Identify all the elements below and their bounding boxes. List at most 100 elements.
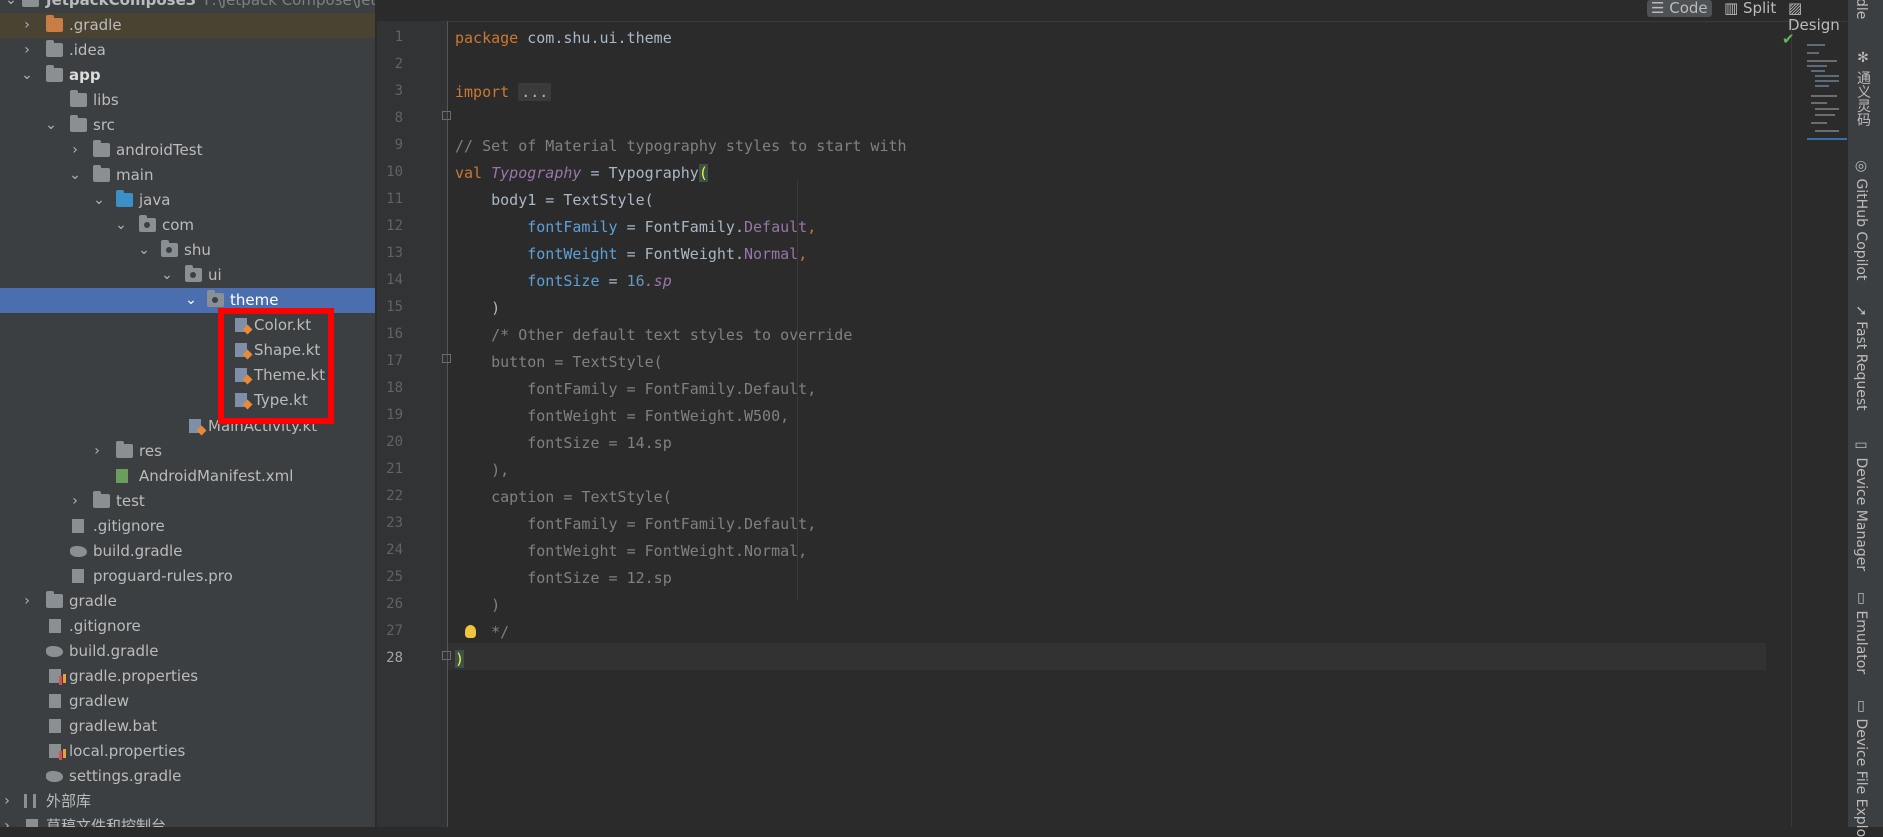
tree-item-test[interactable]: › test — [0, 489, 375, 514]
chevron-right-icon[interactable]: › — [68, 489, 82, 514]
code-line-19[interactable]: fontWeight = FontWeight.W500, — [455, 407, 789, 425]
code-line-10[interactable]: val Typography = Typography( — [455, 164, 708, 182]
chevron-down-icon[interactable]: ⌄ — [114, 213, 128, 238]
tree-item-main[interactable]: ⌄ main — [0, 163, 375, 188]
code-text: = Typography — [581, 164, 699, 182]
chevron-down-icon[interactable]: ⌄ — [68, 163, 82, 188]
code-line-22[interactable]: caption = TextStyle( — [455, 488, 672, 506]
chevron-down-icon[interactable]: ⌄ — [137, 238, 151, 263]
code-line-21[interactable]: ), — [455, 461, 509, 479]
fold-marker-icon[interactable] — [442, 651, 451, 660]
tree-root[interactable]: ⌄ JetpackCompose3 F:\Jetpack Compose\Jetp… — [0, 0, 375, 13]
line-number: 3 — [394, 83, 403, 99]
tree-item-external-libraries[interactable]: › 外部库 — [0, 789, 375, 814]
tree-item-label: .idea — [69, 41, 106, 59]
tree-item-idea[interactable]: › .idea — [0, 38, 375, 63]
line-number: 26 — [386, 596, 403, 612]
chevron-down-icon[interactable]: ⌄ — [4, 0, 18, 13]
code-editor[interactable]: ☰ Code ▥ Split ▨ Design 1 2 3 8 9 10 11 … — [377, 0, 1847, 827]
chevron-right-icon[interactable]: › — [90, 439, 104, 464]
tree-item-gradlew-bat[interactable]: gradlew.bat — [0, 714, 375, 739]
github-copilot-tab[interactable]: ◎ GitHub Copilot — [1853, 158, 1869, 280]
folded-imports[interactable]: ... — [518, 83, 552, 101]
tree-item-gitignore-root[interactable]: .gitignore — [0, 614, 375, 639]
chevron-right-icon[interactable]: › — [20, 13, 34, 38]
tree-item-gradle-dir[interactable]: › .gradle — [0, 13, 375, 38]
tree-item-build-gradle-root[interactable]: build.gradle — [0, 639, 375, 664]
code-line-28[interactable]: ) — [455, 650, 465, 668]
lightbulb-icon[interactable] — [465, 625, 476, 638]
code-line-11[interactable]: body1 = TextStyle( — [455, 191, 654, 209]
code-text: = FontWeight. — [617, 245, 744, 263]
code-line-26[interactable]: ) — [455, 596, 500, 614]
line-number: 16 — [386, 326, 403, 342]
fold-marker-icon[interactable] — [442, 111, 451, 120]
tree-item-ui[interactable]: ⌄ ui — [0, 263, 375, 288]
chevron-right-icon[interactable]: › — [68, 138, 82, 163]
chevron-right-icon[interactable]: › — [20, 589, 34, 614]
tree-item-libs[interactable]: libs — [0, 88, 375, 113]
device-file-explorer-tab[interactable]: ▯ Device File Explo — [1853, 698, 1869, 837]
tool-tab-label: dle — [1853, 0, 1869, 20]
design-mode-button[interactable]: ▨ Design — [1784, 0, 1847, 34]
tree-item-manifest[interactable]: AndroidManifest.xml — [0, 464, 375, 489]
tree-item-androidtest[interactable]: › androidTest — [0, 138, 375, 163]
chevron-down-icon[interactable]: ⌄ — [184, 288, 198, 313]
tree-item-gradle-properties[interactable]: gradle.properties — [0, 664, 375, 689]
code-line-23[interactable]: fontFamily = FontFamily.Default, — [455, 515, 816, 533]
fast-request-tab[interactable]: ➚ Fast Request — [1853, 305, 1869, 411]
tree-item-build-gradle-app[interactable]: build.gradle — [0, 539, 375, 564]
fold-marker-icon[interactable] — [442, 354, 451, 363]
chevron-right-icon[interactable]: › — [20, 38, 34, 63]
tree-item-src[interactable]: ⌄ src — [0, 113, 375, 138]
tree-item-gradlew[interactable]: gradlew — [0, 689, 375, 714]
code-line-12[interactable]: fontFamily = FontFamily.Default, — [455, 218, 816, 236]
tree-item-java[interactable]: ⌄ java — [0, 188, 375, 213]
chevron-down-icon[interactable]: ⌄ — [160, 263, 174, 288]
code-line-14[interactable]: fontSize = 16.sp — [455, 272, 672, 290]
shell-file-icon — [49, 694, 61, 708]
tree-item-res[interactable]: › res — [0, 439, 375, 464]
chevron-right-icon[interactable]: › — [0, 789, 14, 814]
tree-item-settings-gradle[interactable]: settings.gradle — [0, 764, 375, 789]
code-line-1[interactable]: package com.shu.ui.theme — [455, 29, 672, 47]
split-mode-button[interactable]: ▥ Split — [1720, 0, 1780, 17]
tree-item-label: .gradle — [69, 16, 122, 34]
tree-item-com[interactable]: ⌄ com — [0, 213, 375, 238]
tree-item-shu[interactable]: ⌄ shu — [0, 238, 375, 263]
code-line-18[interactable]: fontFamily = FontFamily.Default, — [455, 380, 816, 398]
code-line-17[interactable]: button = TextStyle( — [455, 353, 663, 371]
code-mode-button[interactable]: ☰ Code — [1647, 0, 1712, 17]
code-line-15[interactable]: ) — [455, 299, 500, 317]
no-problems-check-icon[interactable]: ✔ — [1782, 30, 1795, 48]
chevron-down-icon[interactable]: ⌄ — [92, 188, 106, 213]
chevron-right-icon[interactable]: › — [0, 814, 14, 827]
code-minimap[interactable] — [1807, 40, 1847, 150]
tree-item-app[interactable]: ⌄ app — [0, 63, 375, 88]
tree-item-gitignore-app[interactable]: .gitignore — [0, 514, 375, 539]
keyword: import — [455, 83, 510, 101]
tree-item-local-properties[interactable]: local.properties — [0, 739, 375, 764]
emulator-tab[interactable]: ▯ Emulator — [1853, 590, 1869, 674]
tree-item-scratches[interactable]: › 草稿文件和控制台 — [0, 814, 375, 827]
code-line-25[interactable]: fontSize = 12.sp — [455, 569, 672, 587]
tree-item-proguard[interactable]: proguard-rules.pro — [0, 564, 375, 589]
code-line-13[interactable]: fontWeight = FontWeight.Normal, — [455, 245, 807, 263]
code-line-3[interactable]: import ... — [455, 83, 552, 101]
device-manager-tab[interactable]: ▭ Device Manager — [1853, 437, 1869, 571]
keyword: val — [455, 164, 483, 182]
code-line-9[interactable]: // Set of Material typography styles to … — [455, 137, 907, 155]
code-line-16[interactable]: /* Other default text styles to override — [455, 326, 852, 344]
code-line-27[interactable]: */ — [455, 623, 509, 641]
split-mode-icon: ▥ — [1724, 0, 1743, 17]
tree-item-gradle-folder[interactable]: › gradle — [0, 589, 375, 614]
gradle-tab[interactable]: dle — [1853, 0, 1869, 19]
line-number: 18 — [386, 380, 403, 396]
chevron-down-icon[interactable]: ⌄ — [20, 63, 34, 88]
tongyi-lingma-tab[interactable]: ✻ 通义灵码 — [1853, 50, 1873, 126]
code-line-20[interactable]: fontSize = 14.sp — [455, 434, 672, 452]
code-line-24[interactable]: fontWeight = FontWeight.Normal, — [455, 542, 807, 560]
chevron-down-icon[interactable]: ⌄ — [44, 113, 58, 138]
line-number-gutter[interactable]: 1 2 3 8 9 10 11 12 13 14 15 16 17 18 19 … — [377, 21, 451, 827]
right-tool-strip: dle ✻ 通义灵码 ◎ GitHub Copilot ➚ Fast Reque… — [1847, 0, 1883, 837]
